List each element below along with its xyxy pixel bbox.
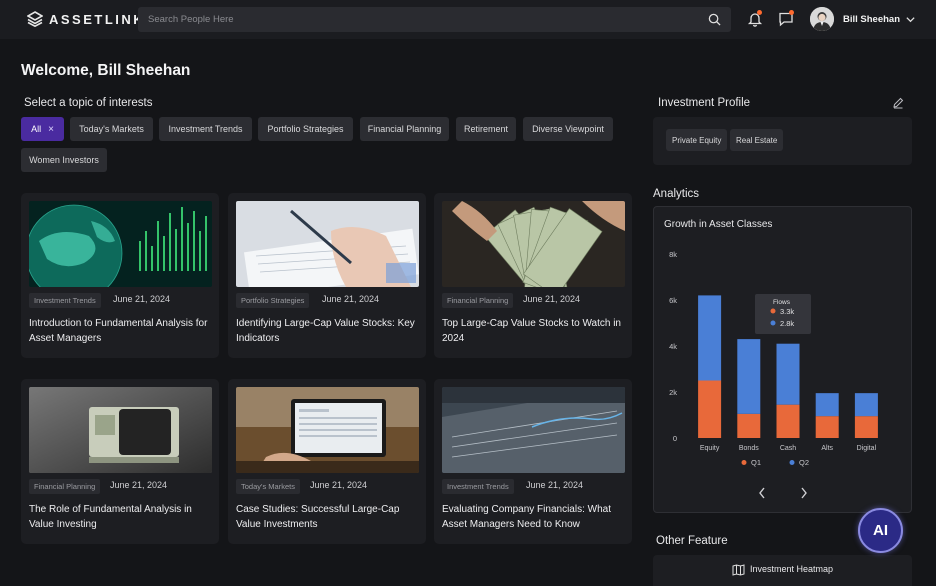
search-input[interactable] xyxy=(148,12,688,27)
other-feature-heading: Other Feature xyxy=(656,535,728,547)
top-header: ASSETLINK Bill Sheehan xyxy=(0,0,936,39)
card-tag: Today's Markets xyxy=(236,479,300,494)
chevron-left-icon[interactable] xyxy=(759,487,765,499)
money-clip-image xyxy=(29,387,212,473)
card-title[interactable]: Top Large-Cap Value Stocks to Watch in 2… xyxy=(442,316,624,346)
card-tag: Investment Trends xyxy=(29,293,101,308)
bar-q2-bonds xyxy=(737,339,761,414)
card-tag: Financial Planning xyxy=(442,293,514,308)
bar-q1-bonds xyxy=(737,413,761,438)
legend-swatch xyxy=(789,460,795,465)
topic-chip-retirement[interactable]: Retirement xyxy=(456,117,516,141)
topic-chip-women-investors[interactable]: Women Investors xyxy=(21,148,107,172)
logo-icon xyxy=(27,11,43,27)
legend-label: Q2 xyxy=(799,458,809,467)
y-tick-label: 4k xyxy=(669,342,677,351)
card-date: June 21, 2024 xyxy=(310,480,368,490)
investment-profile-heading: Investment Profile xyxy=(658,97,751,109)
tooltip-swatch xyxy=(770,320,776,326)
tooltip-value: 3.3k xyxy=(780,307,794,316)
card-date: June 21, 2024 xyxy=(113,294,171,304)
edit-pencil-icon[interactable] xyxy=(892,97,904,109)
y-tick-label: 0 xyxy=(673,434,677,443)
globe-image xyxy=(29,201,212,287)
x-tick-label: Equity xyxy=(700,445,720,452)
growth-chart-card: Growth in Asset Classes 0 2k 4k 6k 8k Equity B… xyxy=(653,206,912,513)
x-tick-label: Bonds xyxy=(739,445,759,452)
article-card[interactable]: Portfolio Strategies June 21, 2024 Ident… xyxy=(228,193,426,358)
bar-q2-alts xyxy=(815,393,839,417)
card-date: June 21, 2024 xyxy=(526,480,584,490)
user-photo-icon xyxy=(810,7,834,31)
chevron-down-icon[interactable] xyxy=(905,14,916,25)
article-card[interactable]: Today's Markets June 21, 2024 Case Studi… xyxy=(228,379,426,544)
topics-heading: Select a topic of interests xyxy=(24,97,153,109)
topic-chip-portfolio-strategies[interactable]: Portfolio Strategies xyxy=(258,117,353,141)
chip-label: All xyxy=(31,124,42,134)
user-name[interactable]: Bill Sheehan xyxy=(843,14,900,25)
bar-q1-digital xyxy=(854,416,878,438)
page-title: Welcome, Bill Sheehan xyxy=(21,62,191,79)
card-date: June 21, 2024 xyxy=(523,294,581,304)
message-dot xyxy=(789,10,794,15)
bar-q2-equity xyxy=(698,295,722,381)
card-tag: Portfolio Strategies xyxy=(236,293,310,308)
article-card[interactable]: Investment Trends June 21, 2024 Introduc… xyxy=(21,193,219,358)
card-title[interactable]: Introduction to Fundamental Analysis for… xyxy=(29,316,211,346)
card-title[interactable]: Case Studies: Successful Large-Cap Value… xyxy=(236,502,418,532)
tooltip-swatch xyxy=(770,308,776,314)
map-icon xyxy=(732,564,745,576)
tooltip-value: 2.8k xyxy=(780,319,794,328)
article-card[interactable]: Financial Planning June 21, 2024 The Rol… xyxy=(21,379,219,544)
article-card[interactable]: Investment Trends June 21, 2024 Evaluati… xyxy=(434,379,632,544)
avatar[interactable] xyxy=(810,7,834,31)
stacked-bar-chart: 0 2k 4k 6k 8k Equity Bonds Cash Alts Digital Q1 Q2 F… xyxy=(669,250,878,499)
topic-chip-all[interactable]: All × xyxy=(21,117,64,141)
card-tag: Investment Trends xyxy=(442,479,514,494)
search-icon[interactable] xyxy=(708,13,721,26)
bar-q1-alts xyxy=(815,416,839,438)
investment-heatmap-button[interactable]: Investment Heatmap xyxy=(653,555,912,586)
y-tick-label: 2k xyxy=(669,388,677,397)
bar-q1-cash xyxy=(776,404,800,438)
search-bar[interactable] xyxy=(138,7,731,32)
card-date: June 21, 2024 xyxy=(110,480,168,490)
article-card[interactable]: Financial Planning June 21, 2024 Top Lar… xyxy=(434,193,632,358)
analytics-heading: Analytics xyxy=(653,188,700,200)
profile-chip-real-estate[interactable]: Real Estate xyxy=(730,129,784,151)
ai-assistant-button[interactable]: AI xyxy=(858,508,903,553)
topic-chip-investment-trends[interactable]: Investment Trends xyxy=(159,117,252,141)
y-tick-label: 6k xyxy=(669,296,677,305)
card-tag: Financial Planning xyxy=(29,479,101,494)
tooltip-title: Flows xyxy=(773,299,791,306)
cash-image xyxy=(442,201,625,287)
x-tick-label: Cash xyxy=(780,445,796,452)
topic-chip-diverse-viewpoint[interactable]: Diverse Viewpoint xyxy=(523,117,613,141)
card-date: June 21, 2024 xyxy=(322,294,380,304)
laptop-image xyxy=(236,387,419,473)
x-tick-label: Digital xyxy=(857,445,877,452)
legend-swatch xyxy=(741,460,747,465)
profile-chip-private-equity[interactable]: Private Equity xyxy=(666,129,728,151)
x-tick-label: Alts xyxy=(821,445,833,452)
chevron-right-icon[interactable] xyxy=(801,487,807,499)
brand-logo[interactable]: ASSETLINK xyxy=(27,11,145,27)
bar-q2-digital xyxy=(854,393,878,417)
bar-q2-cash xyxy=(776,343,800,405)
writing-image xyxy=(236,201,419,287)
notification-dot xyxy=(757,10,762,15)
topic-chip-todays-markets[interactable]: Today's Markets xyxy=(70,117,153,141)
card-title[interactable]: Evaluating Company Financials: What Asse… xyxy=(442,502,624,532)
close-icon[interactable]: × xyxy=(48,124,54,135)
screen-image xyxy=(442,387,625,473)
heatmap-label: Investment Heatmap xyxy=(749,564,834,574)
bar-q1-equity xyxy=(698,380,722,438)
card-title[interactable]: The Role of Fundamental Analysis in Valu… xyxy=(29,502,211,532)
card-title[interactable]: Identifying Large-Cap Value Stocks: Key … xyxy=(236,316,418,346)
y-tick-label: 8k xyxy=(669,250,677,259)
brand-name: ASSETLINK xyxy=(49,11,146,27)
investment-profile-box: Private Equity Real Estate xyxy=(653,117,912,165)
topic-chip-financial-planning[interactable]: Financial Planning xyxy=(360,117,449,141)
legend-label: Q1 xyxy=(751,458,761,467)
